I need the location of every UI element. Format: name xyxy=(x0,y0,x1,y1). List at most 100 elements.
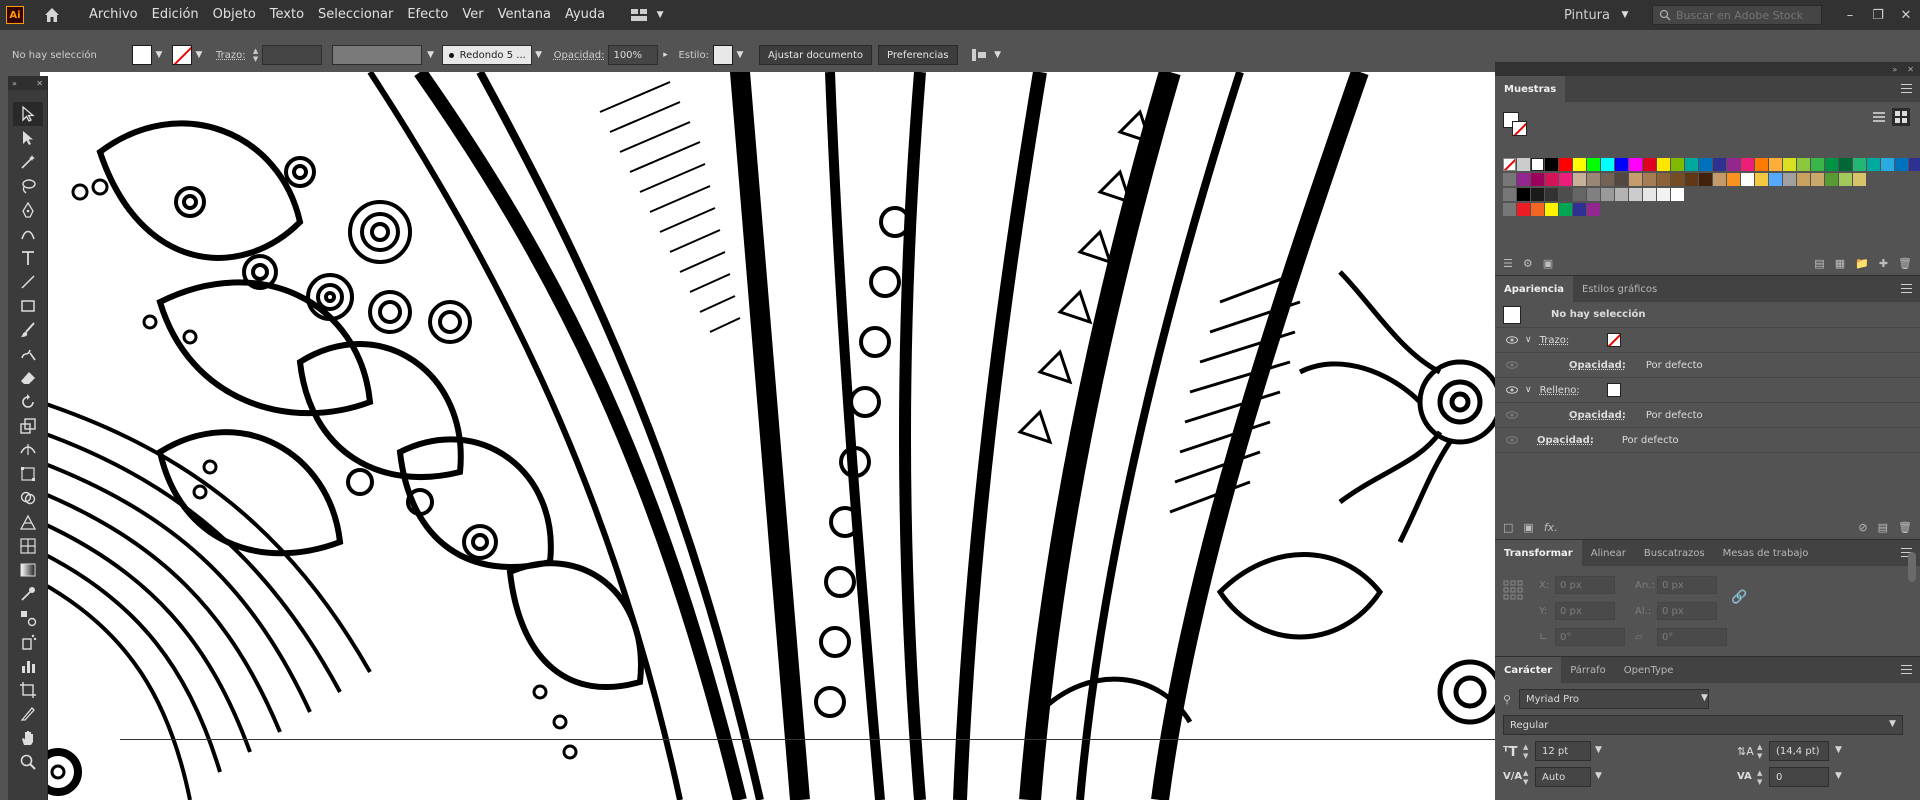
leading-stepper[interactable]: ▲ ▼ xyxy=(1757,743,1762,761)
swatch-kinds-icon[interactable]: ⚙ xyxy=(1523,257,1533,270)
tools-panel-header[interactable]: » ✕ xyxy=(8,76,47,90)
color-swatch[interactable] xyxy=(1881,158,1894,171)
chevron-down-icon[interactable]: ▼ xyxy=(152,45,166,65)
color-swatch[interactable] xyxy=(1727,158,1740,171)
list-view-icon[interactable] xyxy=(1870,108,1888,126)
artboard-canvas[interactable] xyxy=(40,72,1495,800)
color-swatch[interactable] xyxy=(1559,188,1572,201)
new-color-group-icon[interactable]: ▤ xyxy=(1814,257,1824,270)
color-swatch[interactable] xyxy=(1517,203,1530,216)
menu-archivo[interactable]: Archivo xyxy=(82,0,145,30)
font-family-select[interactable]: Myriad Pro xyxy=(1519,689,1709,709)
color-swatch[interactable] xyxy=(1811,158,1824,171)
chevron-down-icon[interactable]: ▼ xyxy=(733,45,747,65)
color-swatch[interactable] xyxy=(1531,188,1544,201)
font-size-stepper[interactable]: ▲ ▼ xyxy=(1523,743,1528,761)
pen-tool[interactable] xyxy=(13,198,43,222)
font-style-select[interactable]: Regular xyxy=(1503,715,1903,735)
color-swatch[interactable] xyxy=(1839,158,1852,171)
hand-tool[interactable] xyxy=(13,726,43,750)
color-swatch[interactable] xyxy=(1629,158,1642,171)
color-swatch[interactable] xyxy=(1573,158,1586,171)
opacity-input[interactable]: 100% xyxy=(608,45,659,65)
menu-ver[interactable]: Ver xyxy=(455,0,490,30)
fill-stroke-indicator[interactable] xyxy=(1503,112,1527,136)
tab-align[interactable]: Alinear xyxy=(1582,540,1635,566)
paintbrush-tool[interactable] xyxy=(13,318,43,342)
menu-seleccionar[interactable]: Seleccionar xyxy=(311,0,400,30)
color-swatch[interactable] xyxy=(1531,203,1544,216)
appearance-object-opacity-row[interactable]: Opacidad: Por defecto xyxy=(1495,428,1920,453)
appearance-fill-row[interactable]: ∨ Relleno: xyxy=(1495,378,1920,403)
blend-tool[interactable] xyxy=(13,606,43,630)
color-swatch[interactable] xyxy=(1811,173,1824,186)
close-icon[interactable]: ✕ xyxy=(1907,65,1914,74)
chevron-down-icon[interactable]: ▼ xyxy=(424,45,438,65)
color-swatch[interactable] xyxy=(1769,173,1782,186)
color-swatch[interactable] xyxy=(1727,173,1740,186)
color-swatch[interactable] xyxy=(1895,158,1908,171)
new-swatch-icon[interactable]: ✚ xyxy=(1879,257,1888,270)
tab-character[interactable]: Carácter xyxy=(1495,657,1562,683)
folder-icon[interactable]: 📁 xyxy=(1855,257,1869,270)
direct-selection-tool[interactable] xyxy=(13,126,43,150)
color-swatch[interactable] xyxy=(1573,188,1586,201)
stroke-row-label[interactable]: Trazo: xyxy=(1540,335,1570,346)
panel-menu-icon[interactable] xyxy=(1901,284,1912,293)
stock-search-input[interactable] xyxy=(1676,8,1816,22)
color-swatch[interactable] xyxy=(1545,203,1558,216)
color-swatch[interactable] xyxy=(1601,158,1614,171)
color-swatch[interactable] xyxy=(1839,173,1852,186)
color-swatch[interactable] xyxy=(1769,158,1782,171)
duplicate-item-icon[interactable]: ▤ xyxy=(1878,521,1888,534)
color-swatch[interactable] xyxy=(1797,173,1810,186)
color-swatch[interactable] xyxy=(1517,188,1530,201)
color-swatch[interactable] xyxy=(1853,158,1866,171)
clear-appearance-icon[interactable]: ⊘ xyxy=(1858,521,1867,534)
color-swatch[interactable] xyxy=(1643,158,1656,171)
color-swatch[interactable] xyxy=(1699,158,1712,171)
panel-menu-icon[interactable] xyxy=(1901,84,1912,93)
color-swatch[interactable] xyxy=(1825,158,1838,171)
swatch-folder-icon[interactable] xyxy=(1503,203,1516,216)
appearance-stroke-opacity-row[interactable]: Opacidad: Por defecto xyxy=(1495,353,1920,378)
appearance-fill-opacity-row[interactable]: Opacidad: Por defecto xyxy=(1495,403,1920,428)
symbol-sprayer-tool[interactable] xyxy=(13,630,43,654)
stroke-row-swatch[interactable] xyxy=(1607,333,1622,347)
shape-builder-tool[interactable] xyxy=(13,486,43,510)
perspective-grid-tool[interactable] xyxy=(13,510,43,534)
arrange-documents-button[interactable]: ▼ xyxy=(630,5,667,25)
angle-input[interactable]: 0° xyxy=(1555,628,1625,646)
fx-icon[interactable]: fx. xyxy=(1544,521,1558,534)
home-icon[interactable] xyxy=(42,5,62,25)
color-swatch[interactable] xyxy=(1783,173,1796,186)
swatch-options-icon[interactable]: ▣ xyxy=(1543,257,1553,270)
color-swatch[interactable] xyxy=(1755,158,1768,171)
lasso-tool[interactable] xyxy=(13,174,43,198)
menu-edicion[interactable]: Edición xyxy=(145,0,206,30)
artboard-tool[interactable] xyxy=(13,678,43,702)
tracking-stepper[interactable]: ▲ ▼ xyxy=(1757,769,1762,787)
color-swatch[interactable] xyxy=(1657,158,1670,171)
stroke-indicator[interactable] xyxy=(1512,121,1527,136)
shaper-tool[interactable] xyxy=(13,342,43,366)
tab-graphic-styles[interactable]: Estilos gráficos xyxy=(1573,276,1666,302)
stroke-width-input[interactable] xyxy=(261,45,322,65)
swatch-white[interactable] xyxy=(1531,158,1544,171)
close-window-button[interactable]: ✕ xyxy=(1892,0,1920,30)
swatch-options2-icon[interactable]: ▦ xyxy=(1835,257,1845,270)
eye-icon[interactable] xyxy=(1505,408,1519,422)
swatch-registration[interactable] xyxy=(1517,158,1530,171)
rectangle-tool[interactable] xyxy=(13,294,43,318)
color-swatch[interactable] xyxy=(1643,173,1656,186)
eye-icon[interactable] xyxy=(1505,433,1519,447)
add-stroke-icon[interactable]: □ xyxy=(1503,521,1513,534)
tab-transform[interactable]: Transformar xyxy=(1495,540,1582,566)
stroke-label[interactable]: Trazo: xyxy=(216,50,246,61)
width-tool[interactable] xyxy=(13,438,43,462)
eye-icon[interactable] xyxy=(1505,333,1519,347)
dock-header[interactable]: » ✕ xyxy=(1495,62,1920,76)
color-swatch[interactable] xyxy=(1629,173,1642,186)
opacity-label[interactable]: Opacidad: xyxy=(1569,410,1626,421)
color-swatch[interactable] xyxy=(1587,188,1600,201)
